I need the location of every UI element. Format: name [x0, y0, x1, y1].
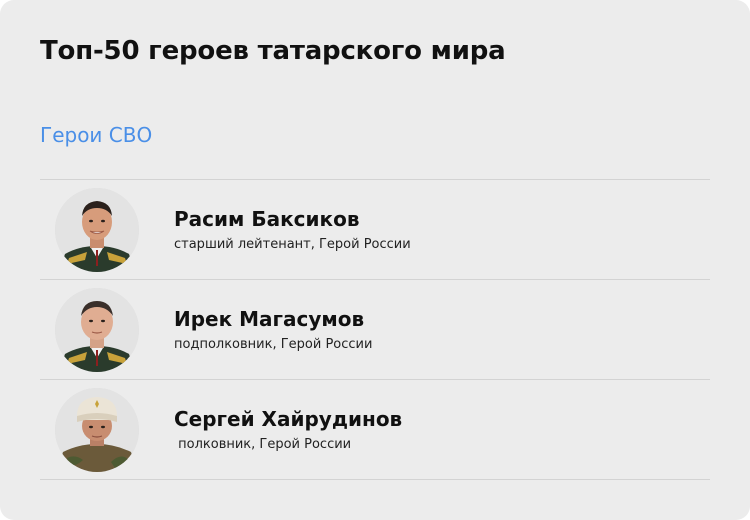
hero-photo [55, 288, 139, 372]
hero-photo [55, 188, 139, 272]
section-link-svo-heroes[interactable]: Герои СВО [40, 123, 152, 147]
hero-rank: подполковник, Герой России [174, 337, 373, 352]
page-title: Топ-50 героев татарского мира [40, 36, 506, 66]
hero-name: Расим Баксиков [174, 207, 360, 231]
hero-name: Ирек Магасумов [174, 307, 365, 331]
hero-row[interactable]: Ирек Магасумов подполковник, Герой Росси… [40, 280, 710, 380]
portrait-photo-icon [55, 288, 139, 372]
hero-rank: старший лейтенант, Герой России [174, 237, 411, 252]
hero-row[interactable]: Расим Баксиков старший лейтенант, Герой … [40, 180, 710, 280]
portrait-photo-icon [55, 388, 139, 472]
portrait-photo-icon [55, 188, 139, 272]
heroes-list: Расим Баксиков старший лейтенант, Герой … [40, 179, 710, 480]
heroes-card: Топ-50 героев татарского мира Герои СВО [0, 0, 750, 520]
hero-name: Сергей Хайрудинов [174, 407, 403, 431]
hero-rank: полковник, Герой России [174, 437, 352, 452]
hero-row[interactable]: Сергей Хайрудинов полковник, Герой Росси… [40, 380, 710, 480]
hero-photo [55, 388, 139, 472]
